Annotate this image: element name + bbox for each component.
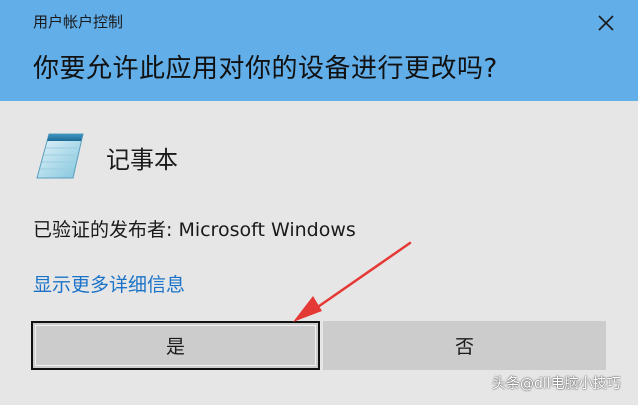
notepad-icon bbox=[36, 133, 84, 179]
show-details-link[interactable]: 显示更多详细信息 bbox=[33, 270, 185, 297]
uac-dialog: 用户帐户控制 你要允许此应用对你的设备进行更改吗? 记事本 已验证的发布者: M… bbox=[0, 0, 638, 405]
yes-button-label: 是 bbox=[165, 336, 185, 358]
close-button[interactable] bbox=[593, 10, 619, 36]
publisher-text: 已验证的发布者: Microsoft Windows bbox=[33, 219, 356, 241]
yes-button[interactable]: 是 bbox=[31, 321, 320, 370]
no-button-label: 否 bbox=[454, 336, 474, 358]
no-button[interactable]: 否 bbox=[323, 321, 606, 370]
window-title: 用户帐户控制 bbox=[33, 13, 124, 31]
app-name: 记事本 bbox=[106, 146, 178, 174]
dialog-header: 用户帐户控制 你要允许此应用对你的设备进行更改吗? bbox=[0, 0, 638, 101]
close-icon bbox=[598, 15, 614, 31]
prompt-question: 你要允许此应用对你的设备进行更改吗? bbox=[33, 54, 498, 84]
watermark: 头条@dll电脑小技巧 bbox=[492, 376, 621, 392]
